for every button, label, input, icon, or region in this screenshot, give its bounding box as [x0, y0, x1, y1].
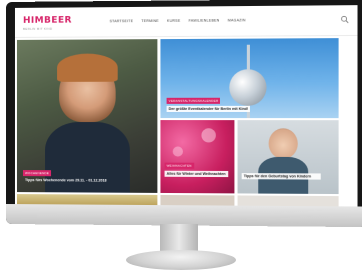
event-calendar-tile[interactable]: VERANSTALTUNGSKALENDER Der größte Eventk…: [160, 38, 339, 119]
site-header: HIMBEER BERLIN MIT KIND STARTSEITE TERMI…: [14, 5, 358, 38]
winter-caption[interactable]: Alles für Winter und Weihnachten: [164, 170, 229, 178]
site-logo[interactable]: HIMBEER: [23, 16, 72, 26]
bokeh-light: [201, 128, 216, 143]
birthday-caption[interactable]: Tipps für den Geburtstag von Kindern: [241, 173, 321, 180]
feature-caption[interactable]: Tipps fürs Wochenende vom 29.11. - 01.12…: [23, 177, 149, 184]
nav-item-magazin[interactable]: MAGAZIN: [228, 18, 246, 22]
tower-tag: VERANSTALTUNGSKALENDER: [166, 97, 221, 104]
tv-tower-sphere: [229, 69, 267, 106]
main-nav: STARTSEITE TERMINE KURSE FAMILIENLEBEN M…: [110, 18, 246, 23]
winter-tile[interactable]: WEIHNACHTEN Alles für Winter und Weihnac…: [160, 120, 235, 194]
nav-item-familienleben[interactable]: FAMILIENLEBEN: [189, 18, 220, 22]
nav-item-startseite[interactable]: STARTSEITE: [110, 19, 134, 23]
monitor-stand-base: [126, 250, 236, 270]
search-icon[interactable]: [341, 15, 349, 23]
nav-item-termine[interactable]: TERMINE: [141, 19, 158, 23]
feature-article-tile[interactable]: WOCHENENDE Tipps fürs Wochenende vom 29.…: [16, 39, 158, 193]
birthday-tile[interactable]: Tipps für den Geburtstag von Kindern: [237, 120, 339, 195]
winter-tag: WEIHNACHTEN: [164, 162, 194, 169]
bokeh-light: [172, 146, 183, 157]
boy-head: [268, 128, 298, 160]
child-hair: [57, 53, 118, 82]
monitor: HIMBEER BERLIN MIT KIND STARTSEITE TERMI…: [6, 0, 362, 228]
site-tagline: BERLIN MIT KIND: [22, 26, 53, 31]
tower-caption[interactable]: Der größte Eventkalender für Berlin mit …: [166, 105, 251, 113]
screen: HIMBEER BERLIN MIT KIND STARTSEITE TERMI…: [14, 5, 358, 207]
feature-tag: WOCHENENDE: [22, 170, 52, 177]
nav-item-kurse[interactable]: KURSE: [167, 19, 180, 23]
